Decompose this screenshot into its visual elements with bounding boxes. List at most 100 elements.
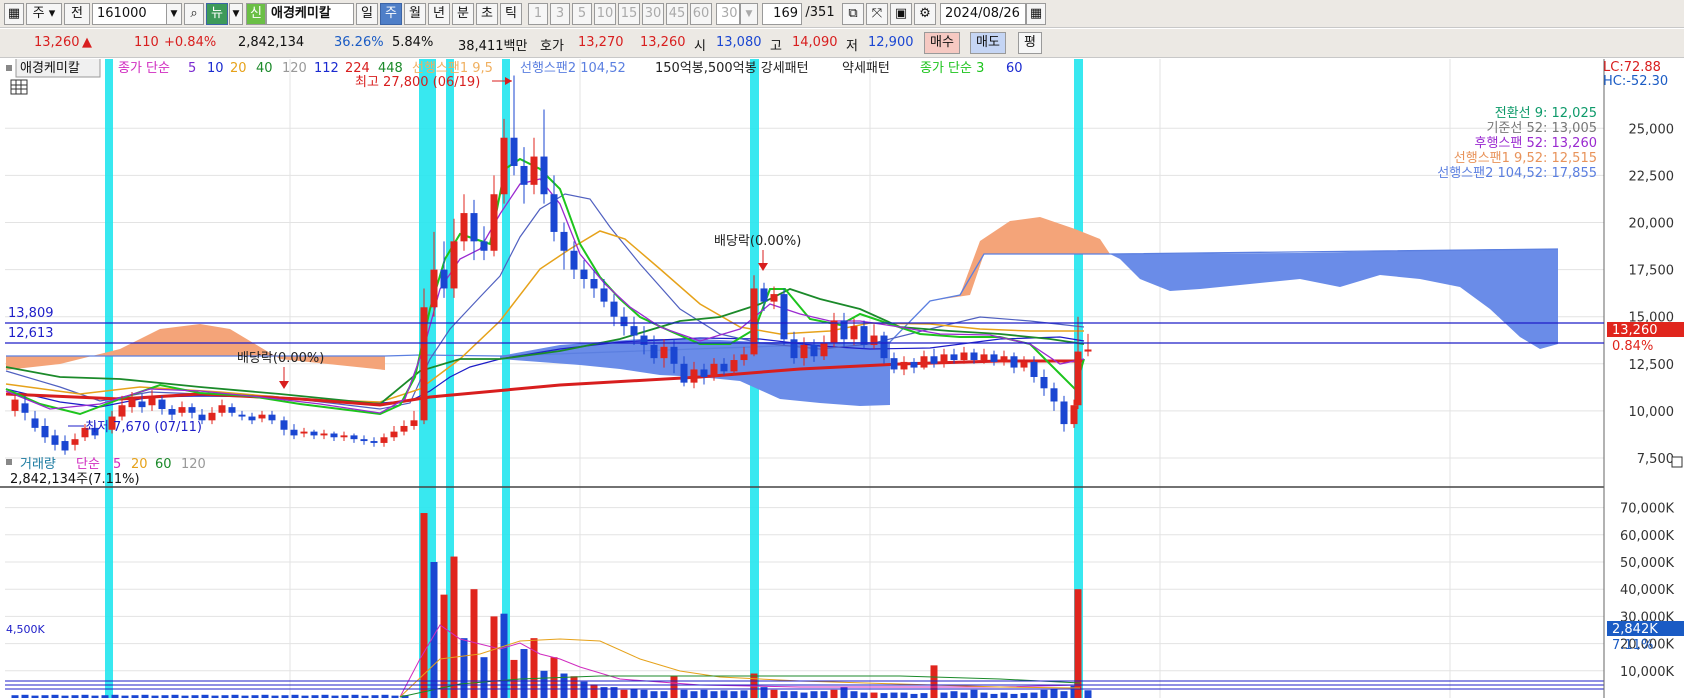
save-icon[interactable]: ▣ xyxy=(890,3,912,25)
bar-count-total: /351 xyxy=(805,5,835,20)
candle-down xyxy=(440,269,448,289)
period-year[interactable]: 년 xyxy=(428,3,450,25)
chart-menu-icon[interactable]: ▦ xyxy=(4,3,24,25)
calendar-icon[interactable]: ▦ xyxy=(1026,3,1046,25)
volume-bar xyxy=(730,691,738,698)
panel-close-icon[interactable] xyxy=(1671,456,1683,468)
candle-up xyxy=(320,433,328,436)
period-week[interactable]: 주 xyxy=(380,3,402,25)
candle-up xyxy=(1020,361,1028,368)
interval-3[interactable]: 3 xyxy=(550,3,570,25)
candle-up xyxy=(390,431,398,438)
volume-bar xyxy=(920,693,928,698)
volume-bar xyxy=(980,692,988,698)
interval-input[interactable]: 30 xyxy=(716,3,740,25)
interval-1[interactable]: 1 xyxy=(528,3,548,25)
volume-bar xyxy=(710,691,718,698)
current-price-tag-label: 13,260 xyxy=(1612,323,1658,338)
candle-down xyxy=(188,407,196,413)
news-dropdown-icon[interactable]: ▼ xyxy=(229,3,243,25)
candle-up xyxy=(118,405,126,417)
candle-up xyxy=(920,356,928,368)
candle-up xyxy=(900,361,908,370)
ichimoku-legend-item: 선행스팬1 9,52: 12,515 xyxy=(1454,150,1597,166)
ratio-1: 36.26% xyxy=(334,35,384,50)
change-percent: +0.84% xyxy=(164,35,217,50)
volume-ma-title: 단순 xyxy=(76,457,100,472)
candle-up xyxy=(208,412,216,421)
period-minute[interactable]: 분 xyxy=(452,3,474,25)
interval-5[interactable]: 5 xyxy=(572,3,592,25)
credit-badge[interactable]: 신 xyxy=(246,3,266,25)
buy-button[interactable]: 매수 xyxy=(924,32,960,54)
interval-60[interactable]: 60 xyxy=(690,3,712,25)
interval-45[interactable]: 45 xyxy=(666,3,688,25)
volume-bar xyxy=(1040,689,1048,698)
interval-dropdown-icon[interactable]: ▼ xyxy=(740,3,758,25)
period-second[interactable]: 초 xyxy=(476,3,498,25)
grid-toggle-icon[interactable] xyxy=(10,79,28,95)
volume-left-marker: 4,500K xyxy=(6,623,45,636)
stock-name-label: 애경케미칼 xyxy=(20,61,80,76)
candle-down xyxy=(860,326,868,345)
candle-up xyxy=(800,344,808,359)
candle-up xyxy=(1000,356,1008,362)
stock-code-input[interactable]: 161000 xyxy=(92,3,168,25)
volume-tick-label: 50,000K xyxy=(1620,556,1674,571)
gear-icon[interactable]: ⚙ xyxy=(914,3,936,25)
volume-bar xyxy=(820,691,828,698)
volume-bar xyxy=(940,692,948,698)
ma-title: 종가 단순 xyxy=(118,61,170,76)
max-price-label: 최고 27,800 (06/19) xyxy=(355,75,480,90)
interval-30[interactable]: 30 xyxy=(642,3,664,25)
eval-button[interactable]: 평 xyxy=(1018,32,1042,54)
candle-down xyxy=(350,435,358,440)
sell-button[interactable]: 매도 xyxy=(970,32,1006,54)
period-tick[interactable]: 틱 xyxy=(500,3,522,25)
volume-bar xyxy=(860,692,868,698)
news-button[interactable]: 뉴 xyxy=(206,3,228,25)
chart-area[interactable]: 25,00022,50020,00017,50015,00012,50010,0… xyxy=(0,59,1684,698)
candle-down xyxy=(700,369,708,377)
candle-up xyxy=(750,288,758,355)
volume-bar xyxy=(580,681,588,698)
high-label: 고 xyxy=(770,39,782,54)
volume-bar xyxy=(990,693,998,698)
candle-down xyxy=(780,294,788,340)
ichimoku-legend-item: 후행스팬 52: 13,260 xyxy=(1474,135,1597,151)
volume-title: 거래량 xyxy=(20,457,56,472)
market-select[interactable]: 주 ▾ xyxy=(26,3,62,25)
candle-up xyxy=(1084,349,1092,352)
candle-up xyxy=(960,352,968,361)
period-month[interactable]: 월 xyxy=(404,3,426,25)
candle-down xyxy=(248,416,256,421)
candle-down xyxy=(360,439,368,442)
pattern-label: 150억봉,500억봉 강세패턴 xyxy=(655,61,809,76)
ma-period-40: 40 xyxy=(256,61,273,76)
volume-bar xyxy=(790,691,798,698)
candle-up xyxy=(460,213,468,242)
volume-tick-label: 40,000K xyxy=(1620,583,1674,598)
dividend-label-2: 배당락(0.00%) xyxy=(714,234,801,249)
volume-bar xyxy=(690,691,698,698)
crosshair-icon[interactable]: ⤧ xyxy=(866,3,888,25)
candle-down xyxy=(1050,388,1058,402)
prev-button[interactable]: 전 xyxy=(64,3,90,25)
interval-10[interactable]: 10 xyxy=(594,3,616,25)
interval-15[interactable]: 15 xyxy=(618,3,640,25)
search-icon[interactable]: ⌕ xyxy=(184,3,204,25)
candle-up xyxy=(690,369,698,383)
candle-down xyxy=(1040,376,1048,389)
candle-down xyxy=(238,414,246,417)
candle-down xyxy=(158,399,166,410)
candle-style-icon[interactable]: ⧉ xyxy=(842,3,864,25)
code-dropdown-icon[interactable]: ▼ xyxy=(166,3,182,25)
open-price: 13,080 xyxy=(716,35,762,50)
stock-name[interactable]: 애경케미칼 xyxy=(266,3,354,25)
date-input[interactable]: 2024/08/26 xyxy=(940,3,1026,25)
candle-up xyxy=(830,320,838,344)
bar-count-input[interactable]: 169 xyxy=(762,3,802,25)
ma3-extra-label: 60 xyxy=(1006,61,1023,76)
period-day[interactable]: 일 xyxy=(356,3,378,25)
volume-bar xyxy=(450,556,458,698)
